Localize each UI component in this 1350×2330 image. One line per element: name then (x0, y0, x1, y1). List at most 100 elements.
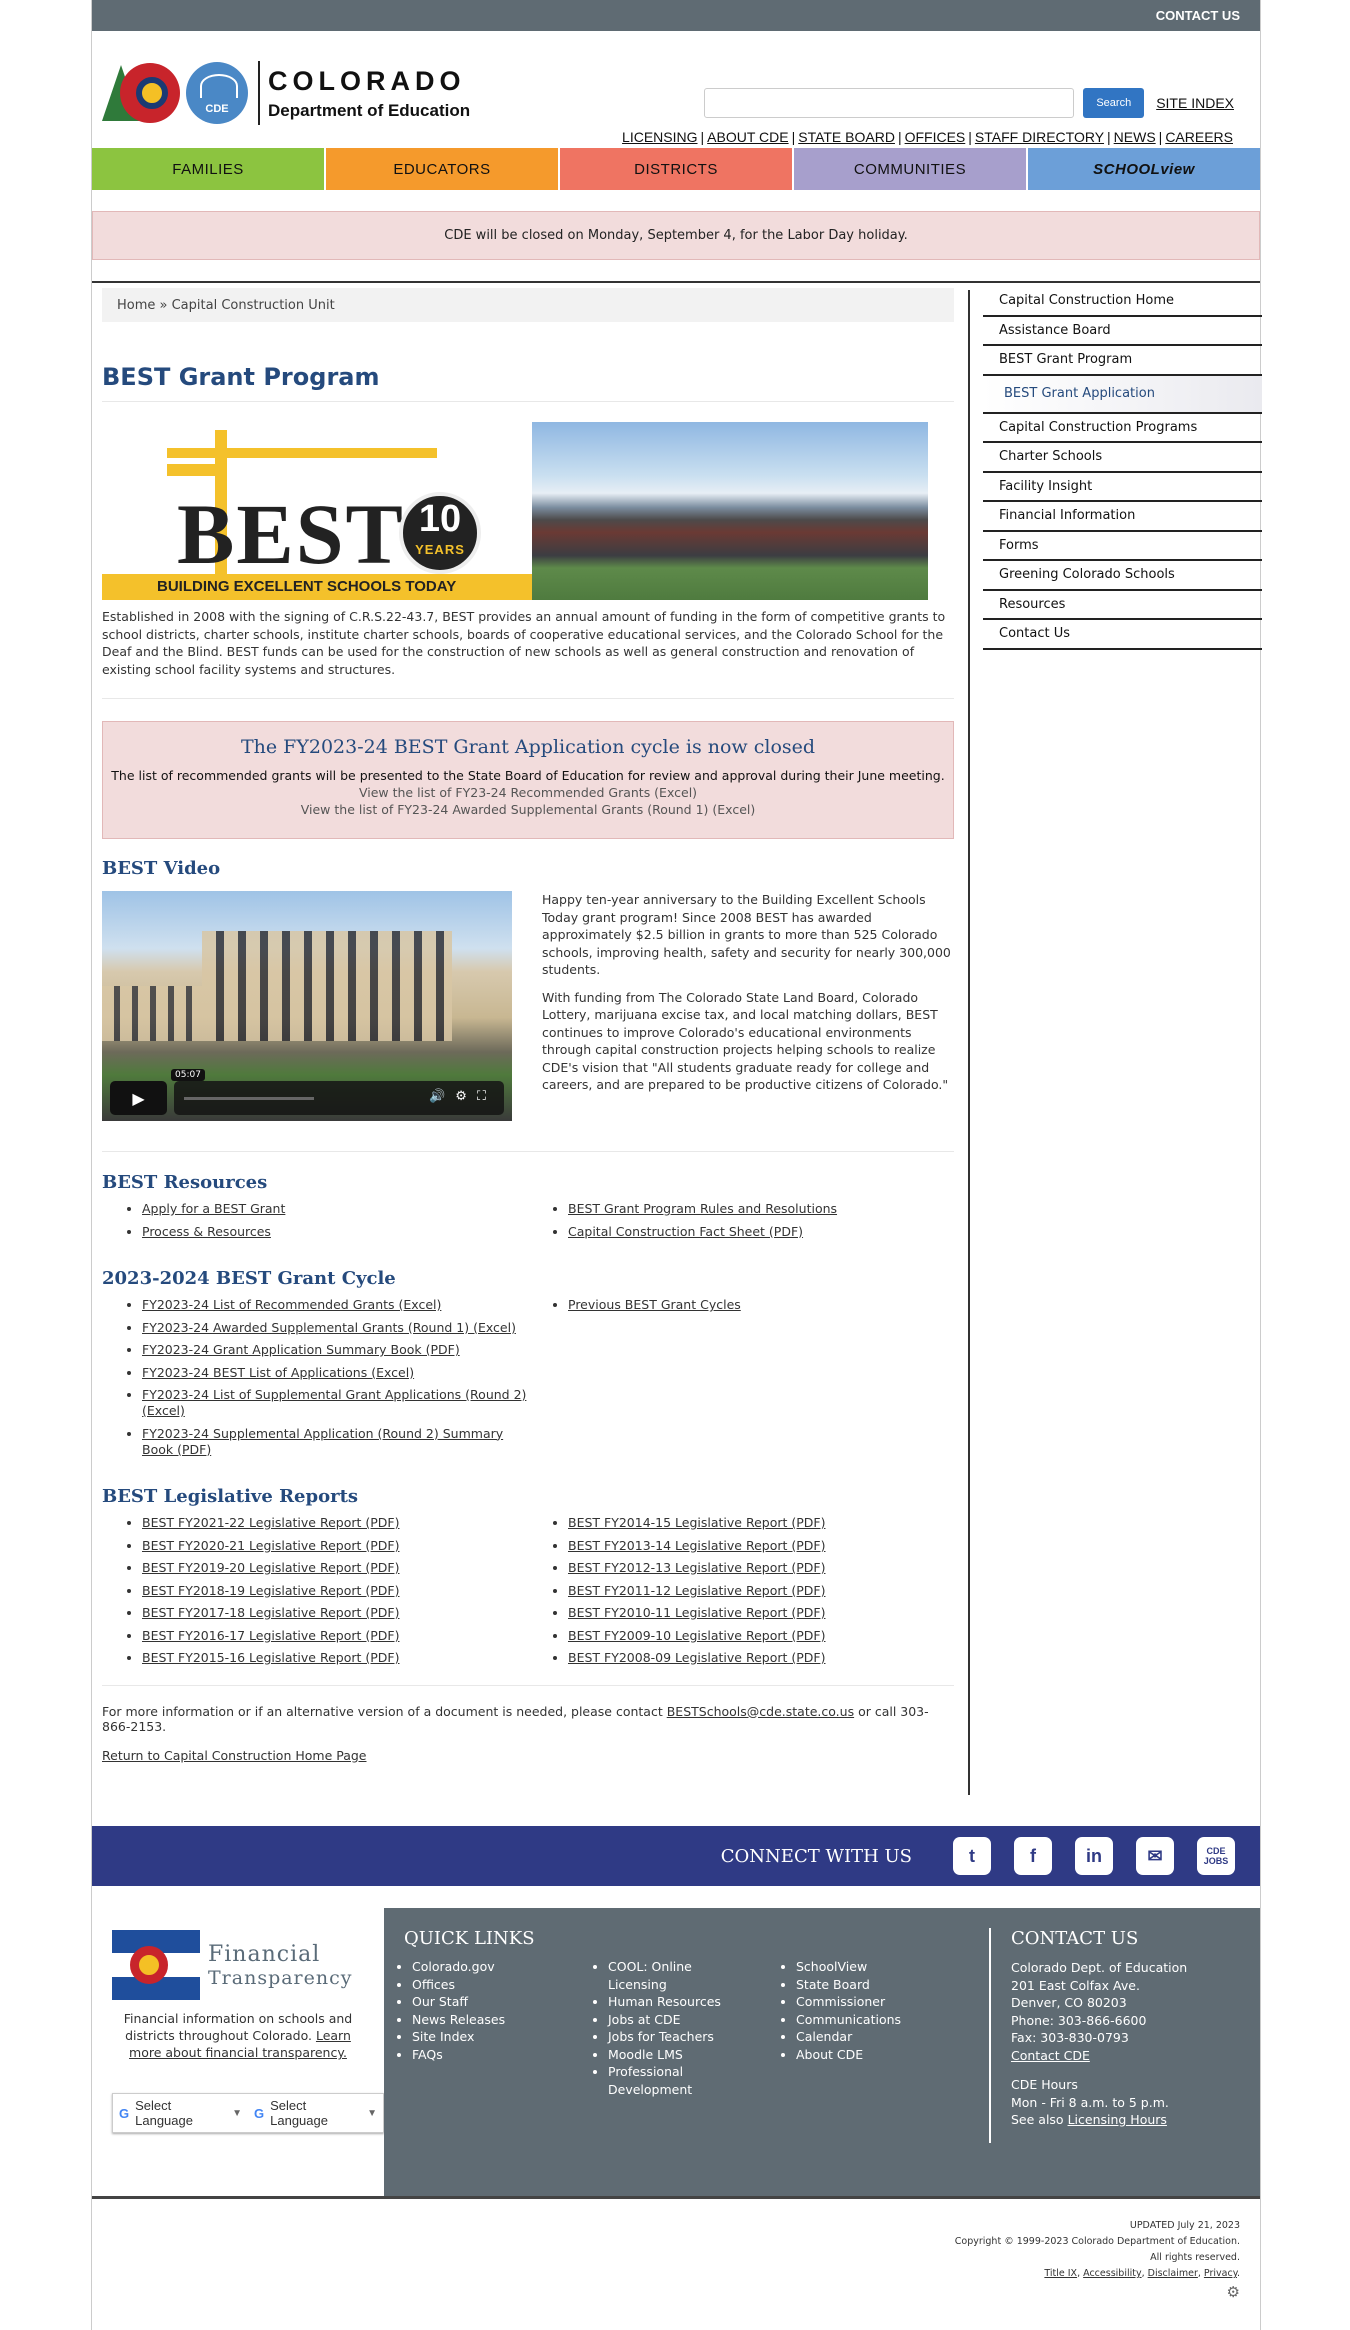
language-select[interactable]: G Select Language ▼ (113, 2094, 248, 2132)
recommended-grants-link[interactable]: View the list of FY23-24 Recommended Gra… (103, 785, 953, 800)
careers-link[interactable]: CAREERS (1165, 129, 1233, 145)
search-input[interactable] (704, 88, 1075, 118)
about-cde-link[interactable]: ABOUT CDE (707, 129, 788, 145)
nav-communities[interactable]: COMMUNITIES (794, 148, 1028, 190)
site-header: CDE COLORADO Department of Education Sea… (92, 31, 1260, 148)
list-item[interactable]: BEST Grant Program Rules and Resolutions (568, 1201, 954, 1217)
gear-icon[interactable]: ⚙ (1227, 2283, 1240, 2301)
video-player[interactable]: 05:07 ▶ 🔊⚙⛶ (102, 891, 512, 1121)
financial-transparency-logo[interactable]: Financial Transparency (112, 1930, 353, 2000)
sidebar-item[interactable]: Assistance Board (983, 317, 1262, 346)
nav-educators[interactable]: EDUCATORS (326, 148, 560, 190)
sidebar-item-active[interactable]: BEST Grant Application (983, 375, 1262, 414)
quick-link[interactable]: Offices (412, 1976, 505, 1994)
sidebar-item[interactable]: Contact Us (983, 620, 1262, 650)
search-button[interactable]: Search (1083, 88, 1145, 118)
nav-districts[interactable]: DISTRICTS (560, 148, 794, 190)
list-item[interactable]: BEST FY2011-12 Legislative Report (PDF) (568, 1583, 954, 1599)
quick-link[interactable]: Jobs at CDE (608, 2011, 754, 2029)
list-item[interactable]: BEST FY2016-17 Legislative Report (PDF) (142, 1628, 528, 1644)
list-item[interactable]: FY2023-24 Grant Application Summary Book… (142, 1342, 528, 1358)
return-home-link[interactable]: Return to Capital Construction Home Page (102, 1748, 954, 1763)
quick-link[interactable]: Calendar (796, 2028, 901, 2046)
list-item[interactable]: BEST FY2018-19 Legislative Report (PDF) (142, 1583, 528, 1599)
list-item[interactable]: Apply for a BEST Grant (142, 1201, 528, 1217)
list-item[interactable]: BEST FY2015-16 Legislative Report (PDF) (142, 1650, 528, 1666)
list-item[interactable]: FY2023-24 BEST List of Applications (Exc… (142, 1365, 528, 1381)
list-item[interactable]: BEST FY2019-20 Legislative Report (PDF) (142, 1560, 528, 1576)
sidebar-item[interactable]: Capital Construction Home (983, 287, 1262, 317)
sidebar-item[interactable]: Capital Construction Programs (983, 414, 1262, 443)
list-item[interactable]: BEST FY2021-22 Legislative Report (PDF) (142, 1515, 528, 1531)
disclaimer-link[interactable]: Disclaimer (1148, 2268, 1198, 2279)
quick-link[interactable]: State Board (796, 1976, 901, 1994)
twitter-icon[interactable]: t (953, 1837, 991, 1875)
list-item[interactable]: BEST FY2008-09 Legislative Report (PDF) (568, 1650, 954, 1666)
list-item[interactable]: Previous BEST Grant Cycles (568, 1297, 954, 1313)
quick-link[interactable]: Communications (796, 2011, 901, 2029)
quick-link[interactable]: About CDE (796, 2046, 901, 2064)
quick-link[interactable]: Human Resources (608, 1993, 754, 2011)
breadcrumb[interactable]: Home » Capital Construction Unit (102, 288, 954, 322)
quick-link[interactable]: Site Index (412, 2028, 505, 2046)
state-board-link[interactable]: STATE BOARD (798, 129, 895, 145)
email-icon[interactable]: ✉ (1136, 1837, 1174, 1875)
quick-link[interactable]: SchoolView (796, 1958, 901, 1976)
list-item[interactable]: FY2023-24 Supplemental Application (Roun… (142, 1426, 528, 1458)
list-item[interactable]: FY2023-24 Awarded Supplemental Grants (R… (142, 1320, 528, 1336)
quick-link[interactable]: Jobs for Teachers (608, 2028, 754, 2046)
list-item[interactable]: BEST FY2010-11 Legislative Report (PDF) (568, 1605, 954, 1621)
nav-schoolview[interactable]: SCHOOLview (1028, 148, 1260, 190)
cde-jobs-icon[interactable]: CDE JOBS (1197, 1837, 1235, 1875)
list-item[interactable]: Capital Construction Fact Sheet (PDF) (568, 1224, 954, 1240)
quick-link[interactable]: Moodle LMS (608, 2046, 754, 2064)
list-item[interactable]: FY2023-24 List of Recommended Grants (Ex… (142, 1297, 528, 1313)
quick-link[interactable]: Professional Development (608, 2063, 754, 2098)
supplemental-grants-link[interactable]: View the list of FY23-24 Awarded Supplem… (103, 802, 953, 817)
contact-us-link[interactable]: CONTACT US (1156, 8, 1240, 23)
video-control-icons[interactable]: 🔊⚙⛶ (429, 1089, 496, 1104)
nav-families[interactable]: FAMILIES (92, 148, 326, 190)
quick-links-title: QUICK LINKS (404, 1928, 535, 1949)
quick-link[interactable]: News Releases (412, 2011, 505, 2029)
cde-logo[interactable]: CDE COLORADO Department of Education (102, 59, 470, 127)
staff-directory-link[interactable]: STAFF DIRECTORY (975, 129, 1104, 145)
quick-link[interactable]: Colorado.gov (412, 1958, 505, 1976)
video-progress-bar[interactable] (184, 1097, 314, 1100)
site-index-link[interactable]: SITE INDEX (1156, 95, 1234, 111)
list-item[interactable]: BEST FY2017-18 Legislative Report (PDF) (142, 1605, 528, 1621)
accessibility-link[interactable]: Accessibility (1083, 2268, 1141, 2279)
list-item[interactable]: Process & Resources (142, 1224, 528, 1240)
linkedin-icon[interactable]: in (1075, 1837, 1113, 1875)
language-select[interactable]: G Select Language ▼ (248, 2094, 383, 2132)
list-item[interactable]: BEST FY2020-21 Legislative Report (PDF) (142, 1538, 528, 1554)
quick-link[interactable]: COOL: Online Licensing (608, 1958, 754, 1993)
licensing-hours-link[interactable]: Licensing Hours (1068, 2112, 1167, 2127)
offices-link[interactable]: OFFICES (905, 129, 966, 145)
privacy-link[interactable]: Privacy (1204, 2268, 1237, 2279)
sidebar-item[interactable]: Charter Schools (983, 443, 1262, 473)
list-item[interactable]: BEST FY2014-15 Legislative Report (PDF) (568, 1515, 954, 1531)
sidebar-item[interactable]: Forms (983, 532, 1262, 561)
news-link[interactable]: NEWS (1114, 129, 1156, 145)
contact-cde-link[interactable]: Contact CDE (1011, 2047, 1187, 2065)
licensing-link[interactable]: LICENSING (622, 129, 697, 145)
email-link[interactable]: BESTSchools@cde.state.co.us (667, 1704, 854, 1719)
colorado-c-logo-icon (102, 59, 182, 127)
quick-link[interactable]: Commissioner (796, 1993, 901, 2011)
language-selector[interactable]: G Select Language ▼ G Select Language ▼ (112, 2093, 384, 2133)
play-icon[interactable]: ▶ (110, 1081, 167, 1115)
quick-link[interactable]: Our Staff (412, 1993, 505, 2011)
list-item[interactable]: BEST FY2013-14 Legislative Report (PDF) (568, 1538, 954, 1554)
sidebar-item[interactable]: BEST Grant Program (983, 346, 1262, 376)
sidebar-item[interactable]: Resources (983, 591, 1262, 620)
quick-link[interactable]: FAQs (412, 2046, 505, 2064)
sidebar-item[interactable]: Facility Insight (983, 473, 1262, 502)
sidebar-item[interactable]: Greening Colorado Schools (983, 561, 1262, 591)
title-ix-link[interactable]: Title IX (1044, 2268, 1077, 2279)
sidebar-item[interactable]: Financial Information (983, 502, 1262, 532)
list-item[interactable]: FY2023-24 List of Supplemental Grant App… (142, 1387, 528, 1419)
list-item[interactable]: BEST FY2012-13 Legislative Report (PDF) (568, 1560, 954, 1576)
facebook-icon[interactable]: f (1014, 1837, 1052, 1875)
list-item[interactable]: BEST FY2009-10 Legislative Report (PDF) (568, 1628, 954, 1644)
